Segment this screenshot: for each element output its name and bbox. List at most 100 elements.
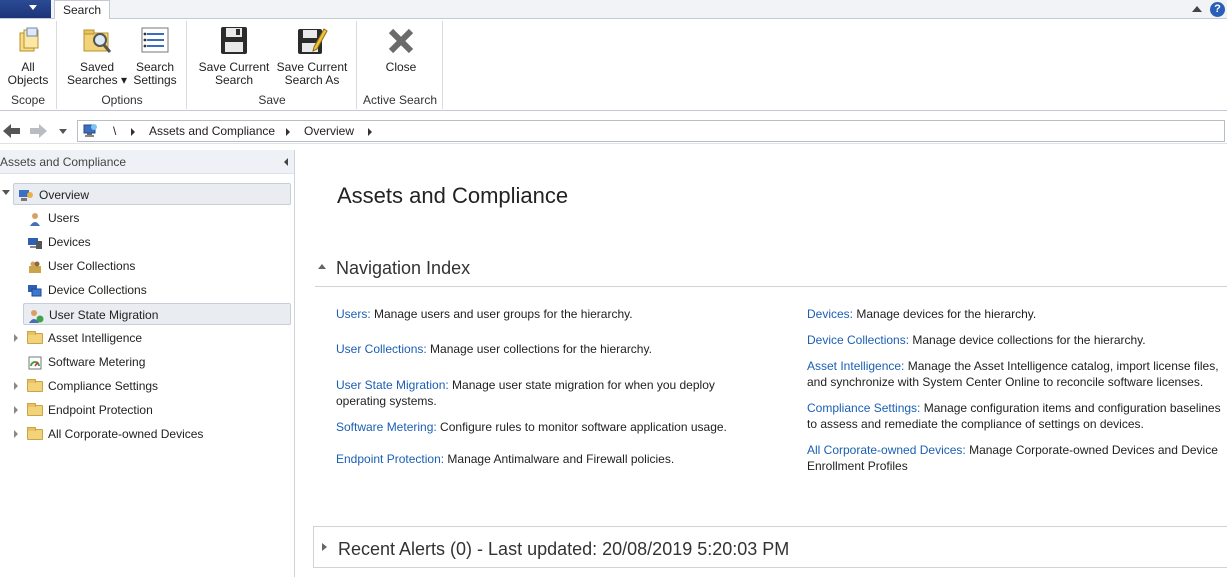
tree-item-compliance-settings[interactable]: Compliance Settings bbox=[23, 375, 291, 397]
link-asset-intelligence[interactable]: Asset Intelligence: bbox=[807, 359, 904, 373]
breadcrumb-separator-icon[interactable] bbox=[368, 128, 372, 136]
tree-expander-closed-icon[interactable] bbox=[14, 406, 18, 414]
recent-alerts-section[interactable]: Recent Alerts (0) - Last updated: 20/08/… bbox=[313, 526, 1227, 568]
link-all-corporate-owned-devices[interactable]: All Corporate-owned Devices: bbox=[807, 443, 966, 457]
navigation-pane-title: Assets and Compliance bbox=[0, 155, 127, 169]
nav-entry-asset-intelligence: Asset Intelligence: Manage the Asset Int… bbox=[807, 358, 1227, 390]
chevron-down-icon bbox=[29, 5, 37, 10]
ribbon-group-active-search: Close Active Search bbox=[358, 21, 443, 109]
tree-item-users[interactable]: Users bbox=[23, 207, 291, 229]
overview-icon bbox=[18, 188, 34, 202]
link-compliance-settings[interactable]: Compliance Settings: bbox=[807, 401, 920, 415]
navigation-pane-header: Assets and Compliance bbox=[0, 150, 294, 174]
save-as-disk-icon bbox=[296, 25, 328, 57]
minimize-ribbon-icon[interactable] bbox=[1192, 6, 1202, 12]
link-software-metering[interactable]: Software Metering: bbox=[336, 420, 437, 434]
nav-entry-software-metering: Software Metering: Configure rules to mo… bbox=[336, 419, 756, 435]
link-users[interactable]: Users: bbox=[336, 307, 371, 321]
nav-entry-user-state-migration: User State Migration: Manage user state … bbox=[336, 377, 756, 409]
app-menu-button[interactable] bbox=[0, 0, 51, 18]
save-current-search-label-1: Save Current bbox=[198, 60, 270, 74]
close-x-icon bbox=[385, 25, 417, 57]
breadcrumb-separator-icon[interactable] bbox=[286, 128, 290, 136]
saved-searches-button[interactable]: Saved Searches ▾ bbox=[66, 25, 128, 87]
tree-item-label: User Collections bbox=[48, 259, 136, 273]
expand-section-icon[interactable] bbox=[322, 543, 327, 551]
navigation-index-header[interactable]: Navigation Index bbox=[315, 253, 1227, 287]
link-user-collections[interactable]: User Collections: bbox=[336, 342, 427, 356]
breadcrumb-root[interactable]: \ bbox=[113, 124, 116, 138]
tree-item-label: All Corporate-owned Devices bbox=[48, 427, 204, 441]
collapse-section-icon[interactable] bbox=[318, 264, 326, 269]
group-label-options: Options bbox=[101, 93, 143, 107]
save-current-search-as-label-1: Save Current bbox=[276, 60, 348, 74]
all-objects-label-2: Objects bbox=[7, 73, 49, 87]
tree-expander-closed-icon[interactable] bbox=[14, 430, 18, 438]
tree-item-overview[interactable]: Overview bbox=[13, 183, 291, 205]
tree-item-label: User State Migration bbox=[49, 308, 159, 322]
tab-search[interactable]: Search bbox=[54, 0, 110, 20]
link-user-state-migration[interactable]: User State Migration: bbox=[336, 378, 449, 392]
page-title: Assets and Compliance bbox=[337, 183, 569, 208]
forward-arrow-icon[interactable] bbox=[28, 122, 48, 140]
group-label-active-search: Active Search bbox=[362, 93, 438, 107]
user-collections-icon bbox=[27, 259, 43, 273]
tree-item-devices[interactable]: Devices bbox=[23, 231, 291, 253]
tree-item-user-state-migration[interactable]: User State Migration bbox=[23, 303, 291, 325]
saved-searches-label-1: Saved bbox=[79, 60, 115, 74]
link-endpoint-protection[interactable]: Endpoint Protection: bbox=[336, 452, 444, 466]
close-search-button[interactable]: Close bbox=[378, 25, 424, 74]
recent-alerts-title: Recent Alerts (0) - Last updated: 20/08/… bbox=[338, 539, 790, 559]
tree-expander-closed-icon[interactable] bbox=[14, 334, 18, 342]
tree-item-device-collections[interactable]: Device Collections bbox=[23, 279, 291, 301]
tree-item-label: Device Collections bbox=[48, 283, 147, 297]
main-content: Assets and Compliance Navigation Index U… bbox=[296, 150, 1227, 577]
user-state-migration-icon bbox=[28, 308, 44, 323]
user-icon bbox=[27, 211, 43, 226]
nav-entry-description: Manage user collections for the hierarch… bbox=[426, 342, 652, 356]
tree-expander-closed-icon[interactable] bbox=[14, 382, 18, 390]
history-dropdown-icon[interactable] bbox=[59, 129, 67, 134]
tree-item-label: Devices bbox=[48, 235, 91, 249]
save-current-search-as-button[interactable]: Save Current Search As bbox=[274, 25, 350, 87]
address-path[interactable]: \ Assets and Compliance Overview bbox=[77, 120, 1225, 142]
tree-item-software-metering[interactable]: Software Metering bbox=[23, 351, 291, 373]
tree-item-endpoint-protection[interactable]: Endpoint Protection bbox=[23, 399, 291, 421]
nav-entry-all-corporate-owned-devices: All Corporate-owned Devices: Manage Corp… bbox=[807, 442, 1227, 474]
nav-entry-description: Manage Antimalware and Firewall policies… bbox=[444, 452, 675, 466]
nav-entry-device-collections: Device Collections: Manage device collec… bbox=[807, 332, 1227, 348]
navigation-pane: Assets and Compliance Overview Users Dev… bbox=[0, 150, 295, 577]
nav-entry-compliance-settings: Compliance Settings: Manage configuratio… bbox=[807, 400, 1227, 432]
close-search-label: Close bbox=[385, 60, 417, 74]
search-settings-label-1: Search bbox=[135, 60, 175, 74]
all-objects-button[interactable]: All Objects bbox=[4, 25, 52, 87]
tree-item-label: Endpoint Protection bbox=[48, 403, 153, 417]
back-arrow-icon[interactable] bbox=[2, 122, 22, 140]
ribbon-group-scope: All Objects Scope bbox=[0, 21, 57, 109]
link-devices[interactable]: Devices: bbox=[807, 307, 853, 321]
folder-icon bbox=[27, 427, 43, 440]
tree-item-asset-intelligence[interactable]: Asset Intelligence bbox=[23, 327, 291, 349]
link-device-collections[interactable]: Device Collections: bbox=[807, 333, 909, 347]
help-icon[interactable]: ? bbox=[1210, 1, 1225, 17]
nav-entry-description: Configure rules to monitor software appl… bbox=[436, 420, 727, 434]
nav-entry-users: Users: Manage users and user groups for … bbox=[336, 306, 756, 322]
tree-item-label: Overview bbox=[39, 188, 90, 202]
ribbon-window-controls: ? bbox=[1192, 1, 1225, 17]
breadcrumb-overview[interactable]: Overview bbox=[304, 124, 354, 138]
ribbon-group-options: Saved Searches ▾ Search Settings Options bbox=[58, 21, 187, 109]
tree-item-all-corporate-owned-devices[interactable]: All Corporate-owned Devices bbox=[23, 423, 291, 445]
saved-searches-icon bbox=[81, 25, 113, 57]
breadcrumb-assets-and-compliance[interactable]: Assets and Compliance bbox=[149, 124, 275, 138]
search-settings-button[interactable]: Search Settings bbox=[130, 25, 180, 87]
tree-item-label: Asset Intelligence bbox=[48, 331, 143, 345]
nav-entry-description: Manage devices for the hierarchy. bbox=[853, 307, 1037, 321]
tree-item-user-collections[interactable]: User Collections bbox=[23, 255, 291, 277]
tree-expander-open-icon[interactable] bbox=[2, 190, 10, 195]
tree-item-label: Software Metering bbox=[48, 355, 146, 369]
breadcrumb-separator-icon[interactable] bbox=[131, 128, 135, 136]
save-disk-icon bbox=[218, 25, 250, 57]
group-label-scope: Scope bbox=[10, 93, 46, 107]
collapse-pane-icon[interactable] bbox=[284, 158, 288, 166]
save-current-search-button[interactable]: Save Current Search bbox=[196, 25, 272, 87]
